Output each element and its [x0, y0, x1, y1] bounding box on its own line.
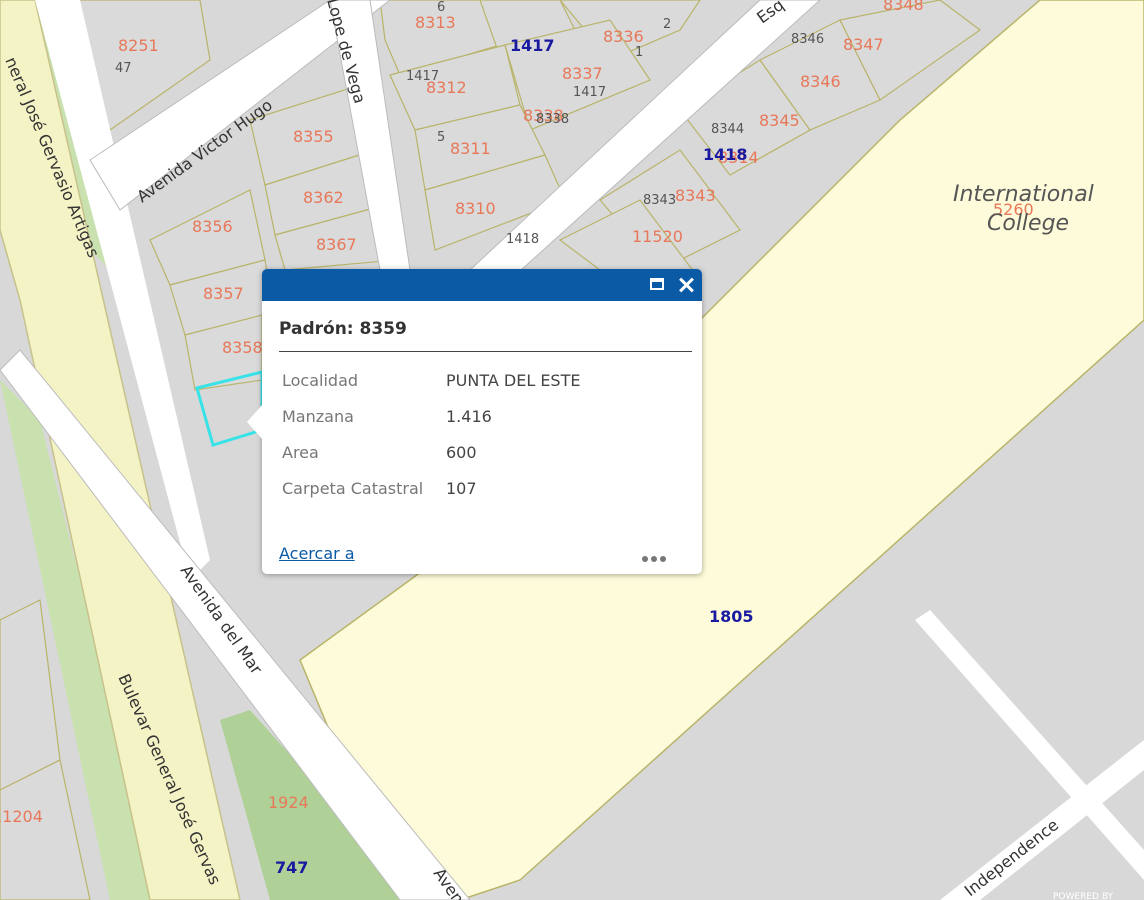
parcel-label: 8362 — [303, 188, 344, 207]
table-row: Localidad PUNTA DEL ESTE — [279, 362, 583, 398]
address-number: 8346 — [791, 32, 824, 47]
address-number: 8338 — [536, 112, 569, 127]
address-number: 6 — [437, 0, 445, 15]
attribute-label: Area — [282, 442, 319, 462]
address-number: 5 — [437, 130, 445, 145]
popup-title: Padrón: 8359 — [279, 319, 407, 339]
parcel-label: 8337 — [562, 64, 603, 83]
attribute-value: 1.416 — [446, 406, 492, 426]
parcel-label: 11204 — [0, 807, 43, 826]
address-number: 8343 — [643, 193, 676, 208]
parcel-label: 8367 — [316, 235, 357, 254]
address-number: 1417 — [573, 85, 606, 100]
table-row: Carpeta Catastral 107 — [279, 470, 583, 506]
parcel-label: 8348 — [883, 0, 924, 14]
parcel-label: 8357 — [203, 284, 244, 303]
parcel-label: 8310 — [455, 199, 496, 218]
zoom-to-link[interactable]: Acercar a — [279, 544, 355, 563]
block-label: 1418 — [703, 145, 748, 164]
attribute-value: 600 — [446, 442, 477, 462]
maximize-icon[interactable] — [648, 275, 668, 295]
popup-header — [262, 269, 702, 301]
info-popup: Padrón: 8359 Localidad PUNTA DEL ESTE Man… — [247, 269, 702, 574]
address-number: 1 — [635, 45, 643, 60]
parcel-label: 8355 — [293, 127, 334, 146]
address-number: 1417 — [406, 69, 439, 84]
table-row: Area 600 — [279, 434, 583, 470]
poi-label-line2: College — [987, 211, 1069, 236]
parcel-label: 8343 — [675, 186, 716, 205]
parcel-label: 8358 — [222, 338, 263, 357]
address-number: 2 — [663, 17, 671, 32]
parcel-label: 8336 — [603, 27, 644, 46]
close-icon[interactable] — [676, 275, 696, 295]
attribute-value: 107 — [446, 478, 477, 498]
poi-label-line1: International — [953, 182, 1094, 207]
parcel-label: 8345 — [759, 111, 800, 130]
attribute-table: Localidad PUNTA DEL ESTE Manzana 1.416 Are… — [279, 362, 583, 506]
block-label: 1805 — [709, 607, 754, 626]
address-number: 47 — [115, 61, 132, 76]
table-row: Manzana 1.416 — [279, 398, 583, 434]
parcel-label: 8251 — [118, 36, 159, 55]
parcel-label: 11520 — [632, 227, 683, 246]
divider — [279, 351, 692, 352]
address-number: 1418 — [506, 232, 539, 247]
address-number: 8344 — [711, 122, 744, 137]
parcel-label: 8313 — [415, 13, 456, 32]
popup-pointer — [247, 404, 263, 440]
block-label: 1417 — [510, 36, 555, 55]
parcel-label: 8346 — [800, 72, 841, 91]
block-label: 747 — [275, 858, 308, 877]
ellipsis-icon[interactable] — [642, 547, 672, 562]
attribute-value: PUNTA DEL ESTE — [446, 370, 581, 390]
attribute-label: Manzana — [282, 406, 354, 426]
parcel-label: 8311 — [450, 139, 491, 158]
attribute-label: Localidad — [282, 370, 359, 390]
parcel-label: 1924 — [268, 793, 309, 812]
parcel-label: 8347 — [843, 35, 884, 54]
attribute-label: Carpeta Catastral — [282, 478, 424, 498]
attribution: POWERED BY — [1053, 892, 1114, 900]
parcel-label: 8356 — [192, 217, 233, 236]
